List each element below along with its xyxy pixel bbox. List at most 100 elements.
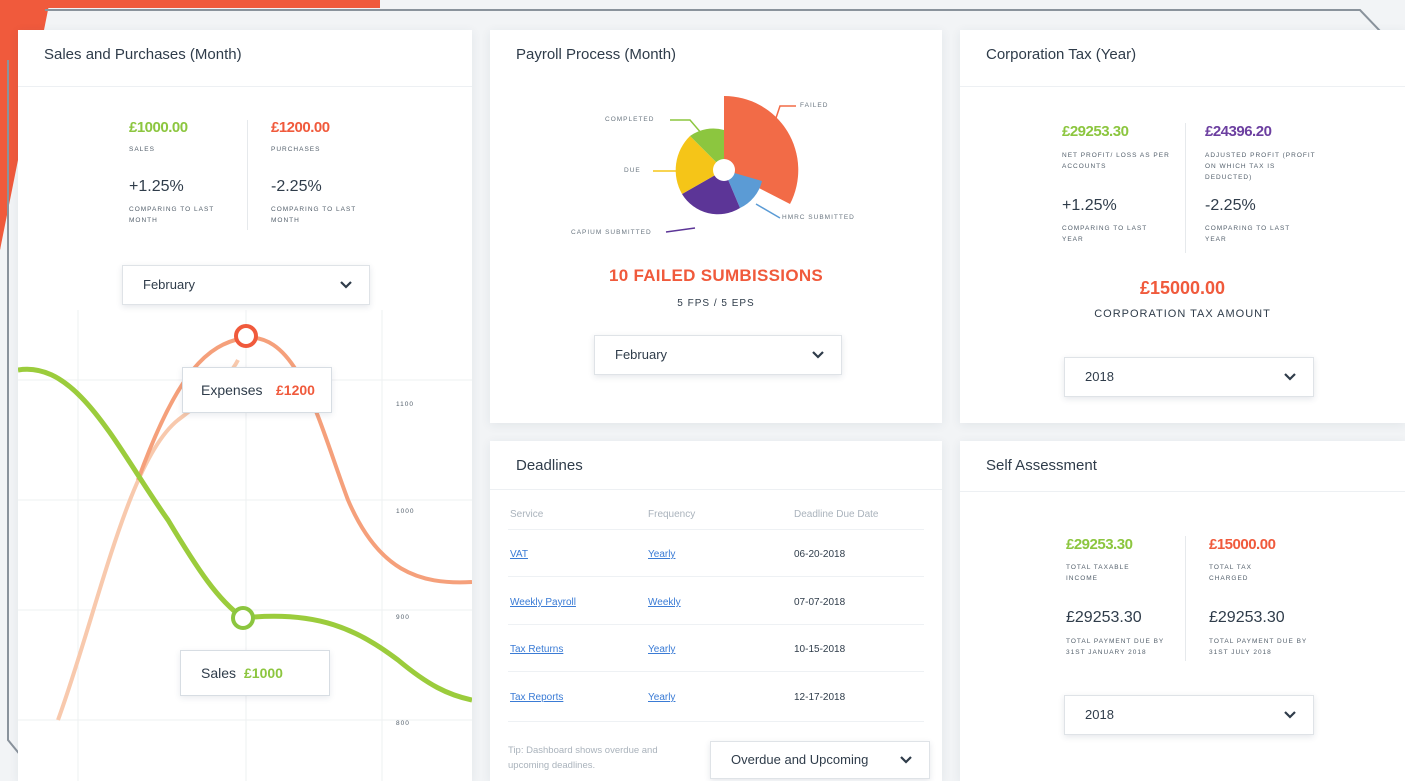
expenses-tooltip: Expenses £1200 <box>182 367 332 413</box>
frequency-link[interactable]: Yearly <box>648 549 675 560</box>
due-date: 06-20-2018 <box>794 549 846 560</box>
divider <box>1185 536 1186 661</box>
purchases-change: -2.25% <box>271 178 322 195</box>
y-tick: 900 <box>396 614 410 621</box>
card-title: Corporation Tax (Year) <box>986 46 1137 63</box>
year-select[interactable]: 2018 <box>1064 357 1314 397</box>
chevron-down-icon <box>340 281 352 289</box>
sales-purchases-card: Sales and Purchases (Month) £1000.00 SAL… <box>18 30 472 781</box>
sales-marker <box>231 606 255 630</box>
leader-hmrc <box>755 203 781 219</box>
service-link[interactable]: VAT <box>510 549 528 560</box>
card-header: Payroll Process (Month) <box>490 30 942 86</box>
row-divider <box>508 576 924 577</box>
column-header-service: Service <box>510 509 544 520</box>
sales-label: SALES <box>129 146 155 153</box>
payroll-card: Payroll Process (Month) COMPLETED FAILED… <box>490 30 942 423</box>
due-date: 07-07-2018 <box>794 597 846 608</box>
leader-completed <box>670 119 703 135</box>
sales-tooltip-label: Sales <box>201 665 237 681</box>
year-select[interactable]: 2018 <box>1064 695 1314 735</box>
self-assessment-card: Self Assessment £29253.30 TOTAL TAXABLE … <box>960 441 1405 781</box>
card-header: Corporation Tax (Year) <box>960 30 1405 87</box>
adjusted-change-label: COMPARING TO LAST YEAR <box>1205 225 1291 243</box>
expenses-tooltip-value: £1200 <box>276 382 315 398</box>
service-link[interactable]: Tax Reports <box>510 692 563 703</box>
failed-headline: 10 FAILED SUMBISSIONS <box>608 266 824 285</box>
service-link[interactable]: Weekly Payroll <box>510 597 576 608</box>
corporation-tax-card: Corporation Tax (Year) £29253.30 NET PRO… <box>960 30 1405 423</box>
adjusted-profit-value: £24396.20 <box>1205 123 1272 140</box>
y-tick: 800 <box>396 720 410 727</box>
row-divider <box>508 721 924 722</box>
card-header: Deadlines <box>490 441 942 490</box>
purchases-label: PURCHASES <box>271 146 321 153</box>
adjusted-profit-label: ADJUSTED PROFIT (PROFIT ON WHICH TAX IS … <box>1205 152 1316 181</box>
month-select[interactable]: February <box>594 335 842 375</box>
divider <box>247 120 248 230</box>
tax-charged-value: £15000.00 <box>1209 536 1276 553</box>
legend-completed: COMPLETED <box>605 116 655 123</box>
payroll-pie-chart <box>653 95 799 233</box>
failed-subline: 5 FPS / 5 EPS <box>677 298 755 309</box>
chevron-down-icon <box>1284 711 1296 719</box>
divider <box>1185 123 1186 253</box>
pie-center <box>713 159 735 181</box>
column-header-frequency: Frequency <box>648 509 696 520</box>
chevron-down-icon <box>812 351 824 359</box>
net-change: +1.25% <box>1062 197 1117 214</box>
sales-tooltip-value: £1000 <box>244 665 283 681</box>
sales-tooltip: Sales £1000 <box>180 650 330 696</box>
due-january-value: £29253.30 <box>1066 609 1142 626</box>
card-title: Payroll Process (Month) <box>516 46 677 63</box>
card-title: Deadlines <box>516 457 583 474</box>
due-july-value: £29253.30 <box>1209 609 1285 626</box>
chevron-down-icon <box>1284 373 1296 381</box>
due-july-label: TOTAL PAYMENT DUE BY 31ST JULY 2018 <box>1209 638 1308 656</box>
net-change-label: COMPARING TO LAST YEAR <box>1062 225 1148 243</box>
frequency-link[interactable]: Yearly <box>648 644 675 655</box>
year-select-value: 2018 <box>1085 707 1114 722</box>
month-select-value: February <box>143 277 196 292</box>
taxable-income-value: £29253.30 <box>1066 536 1133 553</box>
sales-change: +1.25% <box>129 178 184 195</box>
card-header: Self Assessment <box>960 441 1405 492</box>
frequency-link[interactable]: Weekly <box>648 597 681 608</box>
card-header: Sales and Purchases (Month) <box>18 30 472 87</box>
month-select[interactable]: February <box>122 265 370 305</box>
chevron-down-icon <box>900 756 912 764</box>
month-select-value: February <box>615 347 668 362</box>
row-divider <box>508 671 924 672</box>
due-date: 12-17-2018 <box>794 692 846 703</box>
deadline-filter-select[interactable]: Overdue and Upcoming <box>710 741 930 779</box>
leader-capium <box>665 227 696 233</box>
row-divider <box>508 624 924 625</box>
expenses-tooltip-label: Expenses <box>201 382 263 398</box>
taxable-income-label: TOTAL TAXABLE INCOME <box>1066 564 1130 582</box>
card-title: Self Assessment <box>986 457 1097 474</box>
net-profit-value: £29253.30 <box>1062 123 1129 140</box>
sales-change-label: COMPARING TO LAST MONTH <box>129 206 215 224</box>
adjusted-change: -2.25% <box>1205 197 1256 214</box>
card-title: Sales and Purchases (Month) <box>44 46 242 63</box>
due-date: 10-15-2018 <box>794 644 846 655</box>
year-select-value: 2018 <box>1085 369 1114 384</box>
due-january-label: TOTAL PAYMENT DUE BY 31ST JANUARY 2018 <box>1066 638 1165 656</box>
legend-hmrc: HMRC SUBMITTED <box>782 214 855 221</box>
tip-text: Tip: Dashboard shows overdue and upcomin… <box>508 745 658 771</box>
purchases-value: £1200.00 <box>271 119 330 136</box>
row-divider <box>508 529 924 530</box>
legend-due: DUE <box>624 167 641 174</box>
tax-amount: £15000.00 <box>1139 278 1226 298</box>
deadlines-card: Deadlines Service Frequency Deadline Due… <box>490 441 942 781</box>
frequency-link[interactable]: Yearly <box>648 692 675 703</box>
service-link[interactable]: Tax Returns <box>510 644 563 655</box>
purchases-change-label: COMPARING TO LAST MONTH <box>271 206 357 224</box>
legend-capium: CAPIUM SUBMITTED <box>571 229 652 236</box>
column-header-due-date: Deadline Due Date <box>794 509 879 520</box>
tax-charged-label: TOTAL TAX CHARGED <box>1209 564 1252 582</box>
tax-amount-label: CORPORATION TAX AMOUNT <box>1094 308 1271 320</box>
expenses-marker <box>234 324 258 348</box>
deadline-filter-value: Overdue and Upcoming <box>731 752 869 767</box>
y-tick: 1000 <box>396 508 415 515</box>
